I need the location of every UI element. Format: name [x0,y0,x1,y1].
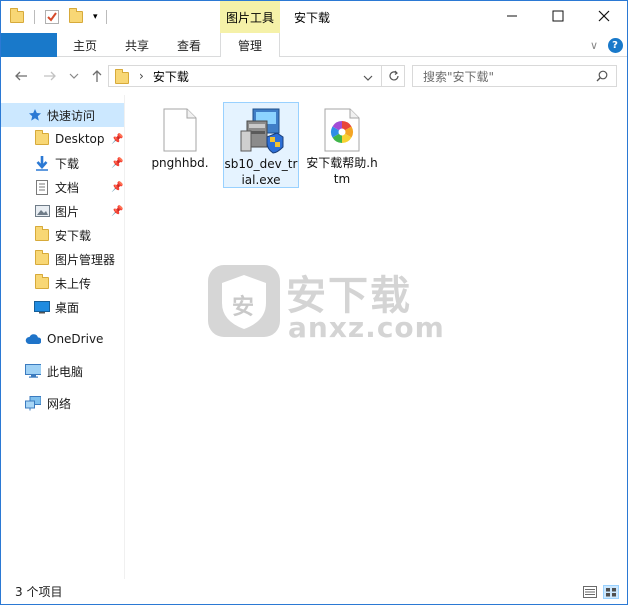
pin-icon[interactable]: 📌 [111,158,123,169]
sidebar-item-pictures[interactable]: 图片 📌 [1,199,124,223]
picture-icon [34,203,50,219]
sidebar-item-label: 安下载 [55,228,92,243]
sidebar-item-label: Desktop [55,132,105,146]
computer-icon [25,363,41,379]
pin-icon[interactable]: 📌 [111,134,123,145]
customize-qa-dropdown-icon[interactable]: ▾ [93,12,98,22]
search-icon[interactable] [596,70,608,85]
desktop-icon [34,299,50,315]
title-bar: ▾ 图片工具 安下载 [1,1,627,33]
sidebar-item-label: OneDrive [47,332,104,346]
chevron-down-icon [363,75,373,81]
large-icons-view-icon[interactable] [603,585,619,599]
quick-access-toolbar: ▾ [10,7,107,27]
sidebar-item-label: 桌面 [55,300,80,315]
refresh-button[interactable] [381,66,405,86]
file-name: pnghhbd. [151,156,209,170]
sidebar-item-desktop-cn[interactable]: 桌面 [1,295,124,319]
tab-share[interactable]: 共享 [117,33,157,57]
search-box[interactable]: 搜索"安下载" [412,65,617,87]
file-name: 安下载帮助.htm [306,156,378,186]
sidebar-item-this-pc[interactable]: 此电脑 [1,359,124,383]
separator [105,10,107,24]
folder-icon [34,130,50,147]
watermark-domain: anxz.com [288,311,445,344]
sidebar-item-label: 下载 [55,156,80,171]
refresh-icon [388,70,399,81]
tab-manage[interactable]: 管理 [220,33,280,58]
folder-icon [34,274,50,291]
forward-arrow-icon [44,71,56,81]
file-item[interactable]: 安下载帮助.htm [304,102,380,188]
breadcrumb-item[interactable]: 安下载 [153,68,189,85]
close-button[interactable] [581,1,627,31]
minimize-button[interactable] [489,1,535,31]
sidebar-item-picture-manager[interactable]: 图片管理器 [1,247,124,271]
breadcrumb-separator: › [139,69,144,83]
pin-icon[interactable]: 📌 [111,206,123,217]
navigation-bar: › 安下载 搜索"安下载" [1,57,627,95]
picture-tools-context-label: 图片工具 [220,1,280,33]
sidebar-item-quick-access[interactable]: 快速访问 [1,103,124,127]
address-history-dropdown[interactable] [363,71,373,85]
tab-view[interactable]: 查看 [169,33,209,57]
ribbon-tabs: 文件 主页 共享 查看 管理 ∨ ? [1,33,627,119]
pin-icon[interactable]: 📌 [111,182,123,193]
sidebar-item-label: 未上传 [55,276,92,291]
separator [34,10,35,24]
star-icon [27,107,43,123]
details-view-icon[interactable] [583,586,597,601]
maximize-button[interactable] [535,1,581,31]
download-arrow-icon [34,155,50,171]
htm-file-icon [318,106,366,154]
tab-home[interactable]: 主页 [65,33,105,57]
new-folder-icon[interactable] [69,8,83,23]
recent-locations-dropdown[interactable] [65,67,83,85]
document-icon [34,179,50,195]
sidebar-item-documents[interactable]: 文档 📌 [1,175,124,199]
watermark: 安 安下载 anxz.com [206,261,444,345]
sidebar-item-not-uploaded[interactable]: 未上传 [1,271,124,295]
sidebar-item-downloads[interactable]: 下载 📌 [1,151,124,175]
chevron-down-icon [69,73,79,79]
window-title: 安下载 [294,11,331,25]
sidebar-item-label: 快速访问 [47,108,96,123]
folder-icon [34,250,50,267]
folder-icon[interactable] [10,8,24,23]
file-item-selected[interactable]: sb10_dev_trial.exe [223,102,299,188]
item-count: 3 个项目 [15,585,63,599]
address-bar[interactable]: › 安下载 [108,65,405,87]
sidebar-item-onedrive[interactable]: OneDrive [1,327,124,351]
explorer-window: ▾ 图片工具 安下载 文件 主页 共享 查看 管理 ∨ ? [0,0,628,605]
network-icon [25,395,41,411]
sidebar-item-label: 网络 [47,396,72,411]
sidebar-item-anxiazai[interactable]: 安下载 [1,223,124,247]
sidebar-item-desktop[interactable]: Desktop 📌 [1,127,124,151]
help-icon: ? [607,37,623,53]
sidebar-item-label: 图片管理器 [55,252,116,267]
back-button[interactable] [12,67,30,85]
up-arrow-icon [92,70,102,82]
sidebar-item-network[interactable]: 网络 [1,391,124,415]
back-arrow-icon [15,71,27,81]
sidebar-item-label: 文档 [55,180,80,195]
installer-exe-icon [237,107,285,155]
navigation-pane: 快速访问 Desktop 📌 下载 📌 文档 📌 图片 📌 安下载 图片管理器 … [1,95,125,579]
search-input[interactable]: 搜索"安下载" [423,68,494,85]
help-button[interactable]: ? [607,33,623,57]
sidebar-item-label: 图片 [55,204,80,219]
blank-file-icon [156,106,204,154]
forward-button[interactable] [41,67,59,85]
file-name: sb10_dev_trial.exe [224,157,298,187]
up-button[interactable] [88,67,106,85]
watermark-badge: 安 [232,295,255,320]
folder-icon [34,226,50,243]
cloud-icon [25,331,41,347]
folder-icon [115,68,129,84]
properties-check-icon[interactable] [45,10,59,24]
sidebar-item-label: 此电脑 [47,364,84,379]
file-item[interactable]: pnghhbd. [142,102,218,188]
ribbon-expand-chevron-icon[interactable]: ∨ [587,33,601,57]
status-bar: 3 个项目 [1,579,627,604]
